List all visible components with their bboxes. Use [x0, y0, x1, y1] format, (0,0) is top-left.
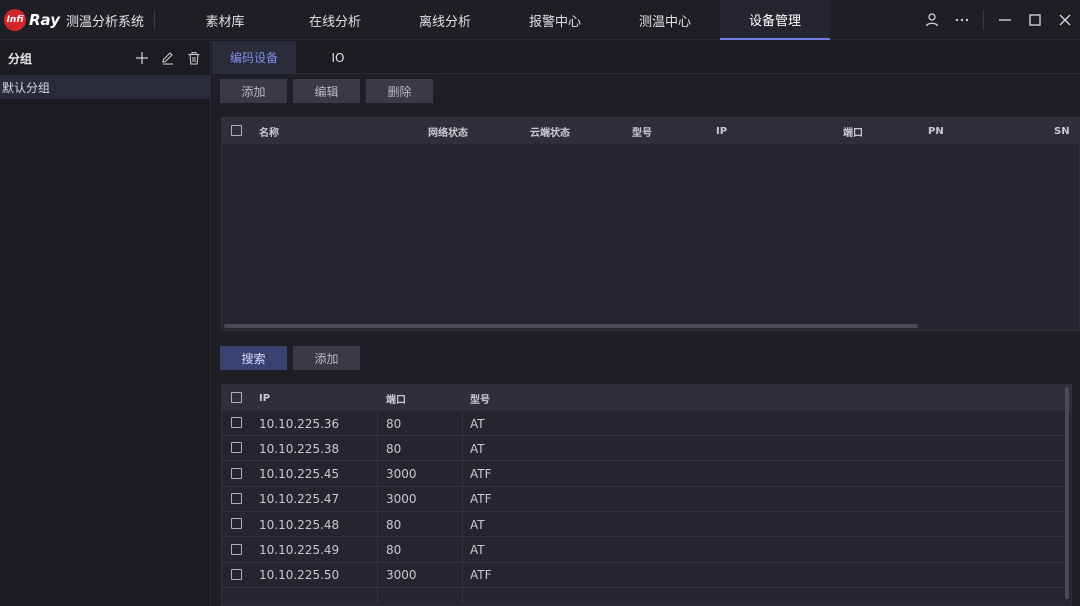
cell-port: 3000 [386, 467, 417, 482]
col-model[interactable]: 型号 [632, 118, 652, 144]
maximize-icon[interactable] [1020, 0, 1050, 40]
cell-model: AT [470, 517, 485, 532]
col-result-model[interactable]: 型号 [470, 385, 490, 411]
table-row[interactable]: 10.10.225.36 80 AT [222, 411, 1067, 436]
window-controls-divider [983, 10, 984, 30]
main-nav: 素材库 在线分析 离线分析 报警中心 测温中心 设备管理 [170, 0, 830, 40]
tab-device-management[interactable]: 设备管理 [720, 0, 830, 40]
row-checkbox[interactable] [231, 442, 242, 454]
row-checkbox[interactable] [231, 543, 242, 555]
cell-model: ATF [470, 568, 492, 583]
cell-model: AT [470, 416, 485, 431]
search-devices-button[interactable]: 搜索 [220, 346, 287, 370]
group-sidebar: 分组 默认分组 [0, 41, 211, 606]
cell-port: 80 [386, 543, 402, 557]
subtab-io[interactable]: IO [296, 41, 380, 74]
col-sn[interactable]: SN [1054, 118, 1070, 144]
device-toolbar: 添加 编辑 删除 [220, 79, 433, 103]
cell-port: 80 [386, 517, 402, 532]
device-table-hscrollbar[interactable] [224, 324, 918, 328]
table-row[interactable]: 10.10.225.48 80 AT [222, 512, 1067, 538]
search-result-rows: 10.10.225.36 80 AT 10.10.225.38 80 AT 10.10.22… [222, 411, 1067, 605]
main-content: 编码设备 IO 添加 编辑 删除 名称 网络状态 云端状态 型号 IP 端口 P… [212, 41, 1080, 606]
app-title: 测温分析系统 [66, 14, 145, 30]
select-all-results-checkbox[interactable] [231, 392, 242, 403]
table-row[interactable]: 10.10.225.50 3000 ATF [222, 563, 1067, 588]
tab-offline-analysis[interactable]: 离线分析 [390, 0, 500, 40]
device-subtabs: 编码设备 IO [212, 41, 1080, 74]
row-checkbox[interactable] [231, 492, 242, 504]
search-result-table: IP 端口 型号 10.10.225.36 80 AT 10.10.225.38 80 A… [221, 384, 1072, 606]
row-checkbox[interactable] [231, 568, 242, 580]
search-toolbar: 搜索 添加 [220, 346, 360, 370]
brand: Infi Ray 测温分析系统 [4, 8, 144, 32]
group-header-label: 分组 [8, 51, 33, 66]
user-icon[interactable] [917, 0, 947, 40]
cell-port: 80 [386, 416, 402, 431]
edit-device-button[interactable]: 编辑 [293, 79, 360, 103]
col-cloud-status[interactable]: 云端状态 [530, 118, 570, 144]
cell-model: ATF [470, 467, 492, 482]
brand-divider [154, 10, 155, 30]
search-table-vscrollbar[interactable] [1065, 387, 1069, 599]
group-item-default[interactable]: 默认分组 [0, 75, 210, 99]
device-table-header: 名称 网络状态 云端状态 型号 IP 端口 PN SN [222, 118, 1079, 144]
table-row[interactable]: 10.10.225.45 3000 ATF [222, 462, 1067, 487]
edit-group-icon[interactable] [160, 50, 176, 66]
col-result-ip[interactable]: IP [259, 385, 270, 411]
col-name[interactable]: 名称 [259, 118, 279, 144]
tab-online-analysis[interactable]: 在线分析 [280, 0, 390, 40]
col-port[interactable]: 端口 [843, 118, 863, 144]
logo-badge: Infi [4, 9, 26, 31]
subtab-encoding-devices[interactable]: 编码设备 [212, 41, 296, 74]
tab-temperature-center[interactable]: 测温中心 [610, 0, 720, 40]
close-icon[interactable] [1050, 0, 1080, 40]
delete-device-button[interactable]: 删除 [366, 79, 433, 103]
col-result-port[interactable]: 端口 [386, 385, 406, 411]
table-row[interactable]: 10.10.225.38 80 AT [222, 436, 1067, 462]
row-checkbox[interactable] [231, 518, 242, 530]
add-device-button[interactable]: 添加 [220, 79, 287, 103]
col-ip[interactable]: IP [716, 118, 727, 144]
cell-ip: 10.10.225.49 [259, 543, 340, 557]
minimize-icon[interactable] [990, 0, 1020, 40]
search-table-header: IP 端口 型号 [222, 385, 1071, 411]
cell-port: 3000 [386, 568, 417, 583]
select-all-checkbox[interactable] [231, 125, 242, 136]
cell-ip: 10.10.225.50 [259, 568, 340, 583]
row-checkbox[interactable] [231, 467, 242, 479]
col-pn[interactable]: PN [928, 118, 944, 144]
cell-ip: 10.10.225.36 [259, 416, 340, 431]
group-tools [134, 41, 202, 75]
add-found-device-button[interactable]: 添加 [293, 346, 360, 370]
table-row[interactable]: 10.10.225.47 3000 ATF [222, 487, 1067, 512]
more-icon[interactable] [947, 0, 977, 40]
cell-model: AT [470, 543, 485, 557]
cell-ip: 10.10.225.48 [259, 517, 340, 532]
cell-ip: 10.10.225.45 [259, 467, 340, 482]
device-table: 名称 网络状态 云端状态 型号 IP 端口 PN SN [221, 117, 1080, 331]
logo-word: Ray [29, 11, 60, 29]
window-controls [917, 0, 1080, 40]
table-row[interactable]: 10.10.225.49 80 AT [222, 538, 1067, 563]
title-bar: Infi Ray 测温分析系统 素材库 在线分析 离线分析 报警中心 测温中心 … [0, 0, 1080, 40]
col-divider [377, 411, 378, 605]
add-group-icon[interactable] [134, 50, 150, 66]
tab-material-library[interactable]: 素材库 [170, 0, 280, 40]
cell-port: 80 [386, 441, 402, 456]
cell-model: AT [470, 441, 485, 456]
cell-model: ATF [470, 492, 492, 507]
group-header: 分组 [0, 41, 210, 75]
cell-ip: 10.10.225.38 [259, 441, 340, 456]
row-checkbox[interactable] [231, 417, 242, 428]
col-network-status[interactable]: 网络状态 [428, 118, 468, 144]
cell-port: 3000 [386, 492, 417, 507]
delete-group-icon[interactable] [186, 50, 202, 66]
col-divider [462, 411, 463, 605]
cell-ip: 10.10.225.47 [259, 492, 340, 507]
tab-alarm-center[interactable]: 报警中心 [500, 0, 610, 40]
